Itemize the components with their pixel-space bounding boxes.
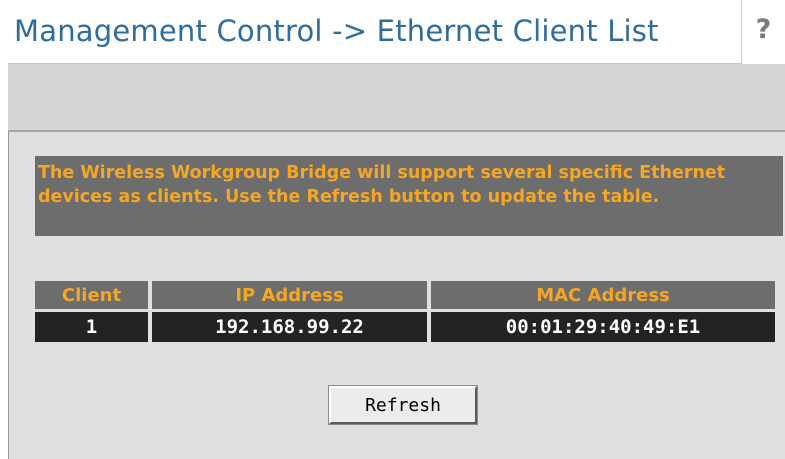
info-text: The Wireless Workgroup Bridge will suppo…	[38, 163, 726, 207]
content-panel: The Wireless Workgroup Bridge will suppo…	[8, 132, 785, 459]
column-header-mac: MAC Address	[431, 281, 775, 309]
help-button[interactable]: ?	[741, 0, 785, 64]
cell-client: 1	[35, 312, 148, 342]
page-header: Management Control -> Ethernet Client Li…	[8, 0, 785, 64]
table-row: 1 192.168.99.22 00:01:29:40:49:E1	[35, 312, 775, 342]
cell-ip: 192.168.99.22	[152, 312, 427, 342]
client-table: Client IP Address MAC Address 1 192.168.…	[31, 278, 779, 345]
refresh-button[interactable]: Refresh	[328, 385, 478, 425]
table-header-row: Client IP Address MAC Address	[35, 281, 775, 309]
page-title: Management Control -> Ethernet Client Li…	[14, 14, 659, 48]
column-header-client: Client	[35, 281, 148, 309]
column-header-ip: IP Address	[152, 281, 427, 309]
help-icon: ?	[755, 14, 772, 45]
cell-mac: 00:01:29:40:49:E1	[431, 312, 775, 342]
toolbar-strip	[8, 64, 785, 130]
info-box: The Wireless Workgroup Bridge will suppo…	[35, 156, 783, 236]
